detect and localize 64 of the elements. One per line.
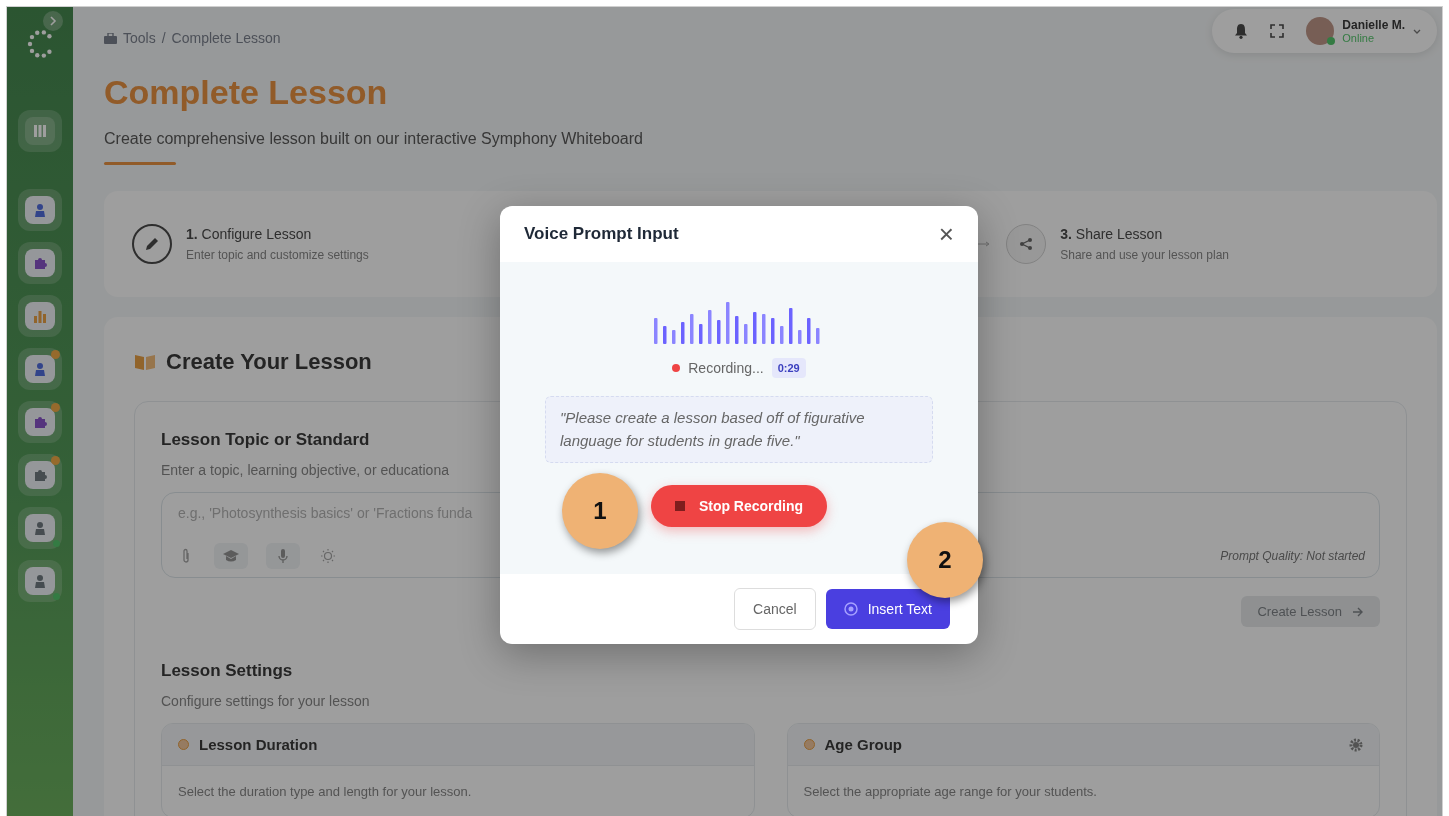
- card-title: Age Group: [824, 736, 902, 753]
- cancel-button[interactable]: Cancel: [734, 588, 816, 630]
- breadcrumb-link[interactable]: Complete Lesson: [171, 30, 281, 46]
- book-icon: [134, 353, 156, 371]
- breadcrumb-link[interactable]: Tools: [123, 30, 156, 46]
- microphone-button[interactable]: [266, 543, 300, 569]
- card-description: Select the duration type and length for your lesson.: [177, 783, 473, 801]
- page-subtitle: Create comprehensive lesson built on our interactive Symphony Whiteboard: [104, 130, 644, 148]
- breadcrumb-separator: /: [161, 30, 166, 46]
- recording-status: Recording...: [688, 360, 764, 376]
- field-hint: Enter a topic, learning objective, or educationa: [161, 462, 449, 478]
- page-title: Complete Lesson: [104, 73, 389, 112]
- status-dot: [178, 739, 189, 750]
- step-description: Share and use your lesson plan: [1060, 248, 1229, 262]
- card-title: Lesson Duration: [199, 736, 318, 753]
- microphone-icon: [278, 548, 288, 564]
- arrow-right-icon: [1352, 606, 1364, 617]
- toolbox-icon: [104, 32, 117, 44]
- settings-icon[interactable]: [1349, 737, 1363, 752]
- stop-icon: [674, 501, 685, 511]
- puzzle-icon: [33, 256, 47, 270]
- transcript-text: "Please create a lesson based off of figurative language for students in grade five.": [545, 396, 933, 463]
- fullscreen-icon: [1270, 24, 1285, 38]
- close-button[interactable]: ×: [938, 221, 954, 247]
- section-subtitle: Configure settings for your lesson: [161, 693, 370, 709]
- field-label: Lesson Topic or Standard: [161, 430, 370, 450]
- avatar[interactable]: [1306, 17, 1335, 45]
- target-icon: [843, 602, 858, 616]
- bell-icon: [1234, 23, 1249, 39]
- grade-button[interactable]: [214, 543, 248, 569]
- lightbulb-icon: [320, 548, 336, 564]
- section-heading: Create Your Lesson: [166, 349, 372, 375]
- user-name: Danielle M.: [1342, 18, 1405, 32]
- notifications-button[interactable]: [1234, 23, 1249, 39]
- share-icon: [1006, 224, 1047, 264]
- step-title: 1. Configure Lesson: [186, 226, 313, 242]
- logo-icon: [27, 29, 53, 59]
- recording-dot-icon: [672, 364, 681, 372]
- insert-text-button[interactable]: Insert Text: [825, 589, 950, 629]
- puzzle-icon: [33, 415, 47, 429]
- caret-icon[interactable]: [1413, 28, 1421, 34]
- paperclip-icon: [182, 548, 190, 564]
- status-dot: [803, 739, 815, 750]
- person-icon: [33, 203, 47, 217]
- chart-icon: [33, 309, 47, 323]
- prompt-quality-text: Prompt Quality: Not started: [1220, 549, 1365, 563]
- recording-timer: 0:29: [771, 358, 806, 378]
- person-icon: [33, 362, 47, 376]
- step-description: Enter topic and customize settings: [186, 248, 369, 262]
- stop-recording-button[interactable]: Stop Recording: [650, 485, 828, 527]
- grid-icon: [34, 125, 46, 137]
- fullscreen-button[interactable]: [1270, 24, 1285, 38]
- person-icon: [33, 574, 47, 588]
- step-title: 3. Share Lesson: [1060, 226, 1164, 242]
- title-underline: [104, 162, 176, 165]
- dialog-title: Voice Prompt Input: [524, 224, 679, 244]
- pencil-icon: [132, 224, 172, 264]
- person-icon: [33, 521, 47, 535]
- user-status: Online: [1342, 32, 1376, 44]
- puzzle-icon: [33, 468, 47, 482]
- card-description: Select the appropriate age range for your students.: [802, 783, 1098, 801]
- section-heading: Lesson Settings: [161, 661, 293, 681]
- graduation-cap-icon: [222, 550, 240, 562]
- chevron-right-icon: [49, 16, 57, 26]
